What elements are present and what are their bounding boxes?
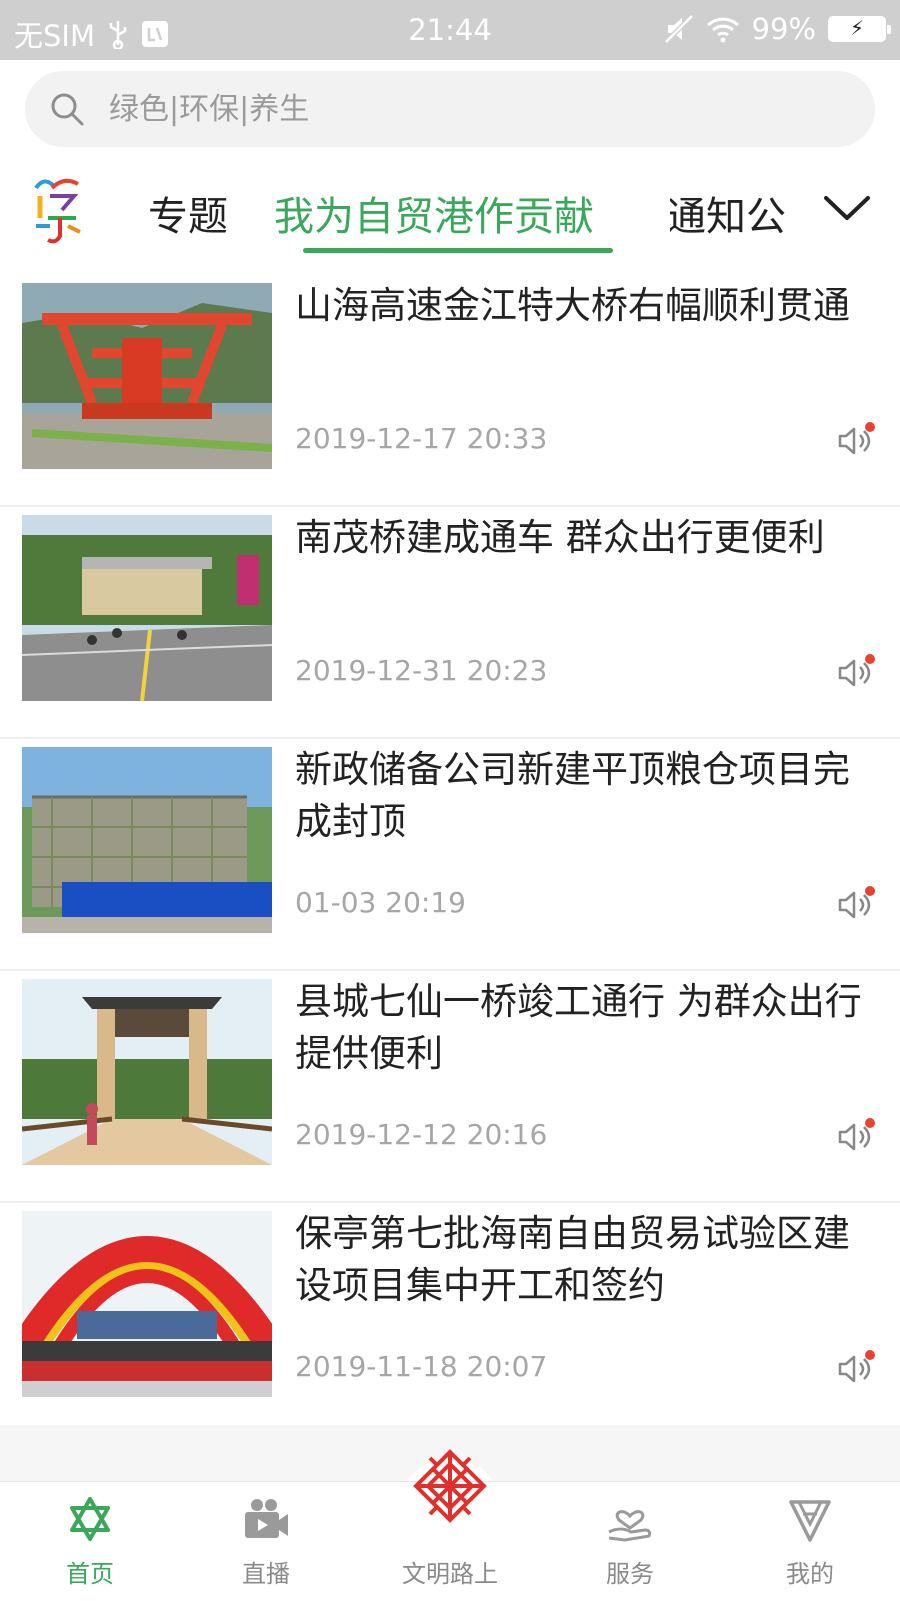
nav-live[interactable]: 直播: [196, 1482, 336, 1601]
audio-play-icon[interactable]: [836, 653, 876, 693]
tab-special-topics[interactable]: 专题: [148, 184, 228, 242]
audio-play-icon[interactable]: [836, 421, 876, 461]
star-of-david-icon: [70, 1497, 110, 1541]
news-item[interactable]: 南茂桥建成通车 群众出行更便利 2019-12-31 20:23: [0, 507, 900, 739]
battery-percent: 99%: [751, 12, 816, 46]
tab-free-trade-port[interactable]: 我为自贸港作贡献: [274, 184, 594, 242]
news-item[interactable]: 新政储备公司新建平顶粮仓项目完成封顶 01-03 20:19: [0, 739, 900, 971]
news-time: 2019-12-17 20:33: [295, 422, 548, 455]
nav-civilization[interactable]: 文明路上: [380, 1449, 520, 1601]
news-title: 保亭第七批海南自由贸易试验区建设项目集中开工和签约: [295, 1212, 850, 1307]
news-time: 01-03 20:19: [295, 886, 466, 919]
audio-play-icon[interactable]: [836, 885, 876, 925]
hand-heart-icon: [608, 1510, 651, 1542]
search-input[interactable]: [109, 71, 849, 147]
nav-label: 服务: [606, 1560, 654, 1588]
news-item[interactable]: 保亭第七批海南自由贸易试验区建设项目集中开工和签约 2019-11-18 20:…: [0, 1203, 900, 1435]
nav-label: 首页: [66, 1560, 114, 1588]
news-title: 县城七仙一桥竣工通行 为群众出行提供便利: [295, 980, 862, 1075]
diamond-profile-icon: [789, 1500, 831, 1542]
nav-label: 我的: [786, 1560, 834, 1588]
mute-icon: [663, 14, 694, 44]
news-thumbnail: [22, 283, 272, 469]
news-time: 2019-12-12 20:16: [295, 1118, 548, 1151]
search-bar[interactable]: [25, 71, 875, 147]
active-tab-indicator: [303, 248, 613, 253]
news-item[interactable]: 山海高速金江特大桥右幅顺利贯通 2019-12-17 20:33: [0, 275, 900, 507]
tab-notices-clip: 通知公: [670, 160, 806, 260]
news-thumbnail: [22, 1211, 272, 1397]
news-item[interactable]: 县城七仙一桥竣工通行 为群众出行提供便利 2019-12-12 20:16: [0, 971, 900, 1203]
news-title: 南茂桥建成通车 群众出行更便利: [295, 516, 825, 559]
news-thumbnail: [22, 979, 272, 1165]
nav-label: 文明路上: [402, 1560, 498, 1588]
app-logo-icon[interactable]: [30, 174, 84, 248]
nav-services[interactable]: 服务: [560, 1482, 700, 1601]
chevron-down-icon[interactable]: [822, 190, 872, 226]
audio-play-icon[interactable]: [836, 1349, 876, 1389]
video-camera-icon: [245, 1499, 288, 1538]
news-time: 2019-11-18 20:07: [295, 1350, 548, 1383]
battery-icon: ⚡: [828, 16, 891, 42]
knot-emblem-icon: [413, 1449, 487, 1523]
wifi-icon: [706, 17, 739, 43]
news-thumbnail: [22, 747, 272, 933]
nav-home[interactable]: 首页: [20, 1482, 160, 1601]
status-right: 99% ⚡: [663, 12, 891, 46]
news-thumbnail: [22, 515, 272, 701]
status-bar: 无SIM 21:44 99% ⚡: [0, 0, 900, 60]
audio-play-icon[interactable]: [836, 1117, 876, 1157]
news-title: 新政储备公司新建平顶粮仓项目完成封顶: [295, 748, 850, 843]
news-list: 山海高速金江特大桥右幅顺利贯通 2019-12-17 20:33 南茂桥建成通车…: [0, 275, 900, 1435]
search-icon: [51, 93, 84, 126]
tab-notices[interactable]: 通知公: [670, 184, 786, 242]
news-time: 2019-12-31 20:23: [295, 654, 548, 687]
channel-tabs: 专题 我为自贸港作贡献 通知公: [0, 160, 900, 260]
nav-mine[interactable]: 我的: [740, 1482, 880, 1601]
bottom-nav: 首页 直播 文明路上 服务 我的: [0, 1449, 900, 1601]
nav-label: 直播: [242, 1560, 290, 1588]
news-title: 山海高速金江特大桥右幅顺利贯通: [295, 284, 850, 327]
